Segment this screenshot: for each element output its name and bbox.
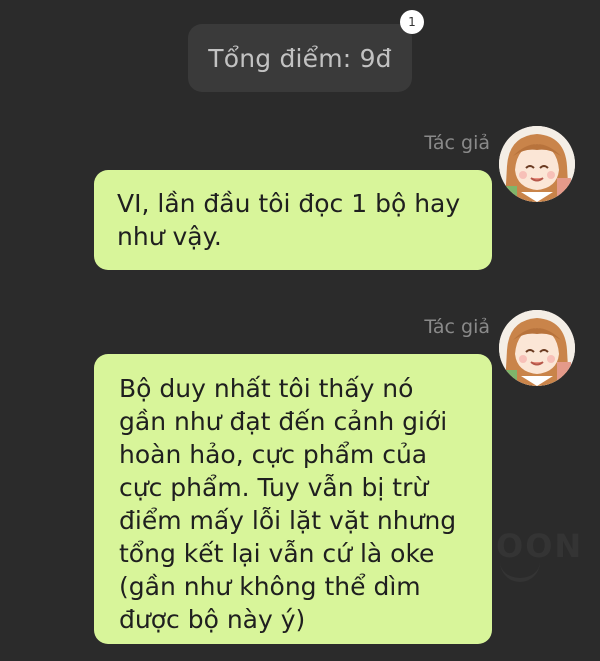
sender-name: Tác giả xyxy=(424,316,490,338)
avatar-illustration xyxy=(499,310,575,386)
system-message-pill: Tổng điểm: 9đ xyxy=(188,24,412,92)
message-bubble[interactable]: Bộ duy nhất tôi thấy nó gần như đạt đến … xyxy=(94,354,492,644)
message-text: Bộ duy nhất tôi thấy nó gần như đạt đến … xyxy=(119,374,457,634)
author-avatar[interactable] xyxy=(499,310,575,386)
total-score-text: Tổng điểm: 9đ xyxy=(208,43,392,73)
watermark-smile xyxy=(500,560,540,582)
count-badge: 1 xyxy=(400,10,424,34)
message-text: VI, lần đầu tôi đọc 1 bộ hay như vậy. xyxy=(117,189,461,251)
author-avatar[interactable] xyxy=(499,126,575,202)
sender-name: Tác giả xyxy=(424,132,490,154)
avatar-illustration xyxy=(499,126,575,202)
message-bubble[interactable]: VI, lần đầu tôi đọc 1 bộ hay như vậy. xyxy=(94,170,492,270)
